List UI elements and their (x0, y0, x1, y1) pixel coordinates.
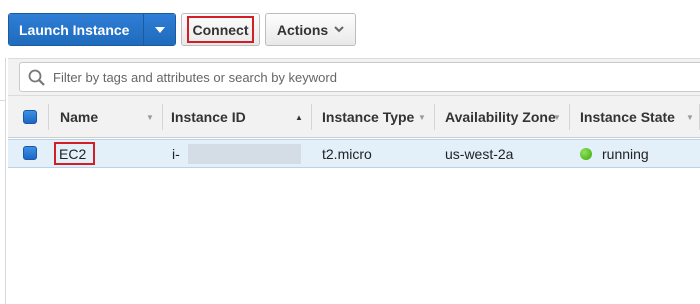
launch-dropdown-button[interactable] (144, 14, 175, 45)
caret-down-icon (154, 26, 165, 33)
column-divider (569, 104, 570, 130)
sort-icon[interactable]: ▼ (146, 113, 154, 122)
status-running-icon (580, 147, 592, 160)
sort-icon[interactable]: ▼ (686, 113, 694, 122)
column-header-instance-id[interactable]: Instance ID (171, 96, 246, 138)
cell-availability-zone: us-west-2a (445, 145, 514, 162)
instance-state-label: running (602, 145, 649, 162)
actions-label: Actions (276, 21, 329, 38)
search-input[interactable] (51, 68, 651, 86)
column-header-name[interactable]: Name (60, 96, 98, 138)
select-all-checkbox[interactable] (23, 110, 37, 124)
actions-button[interactable]: Actions (265, 13, 356, 46)
column-header-instance-type[interactable]: Instance Type (322, 96, 414, 138)
left-panel-divider (0, 100, 6, 104)
left-panel-edge (0, 58, 6, 304)
column-label: Name (60, 109, 99, 125)
column-divider (48, 104, 49, 130)
column-divider (162, 104, 163, 130)
launch-instance-group: Launch Instance (8, 13, 176, 46)
sort-ascending-icon[interactable]: ▲ (295, 113, 303, 122)
cell-instance-state: running (580, 140, 649, 167)
column-label: Instance Type (322, 109, 415, 125)
connect-button[interactable]: Connect (181, 13, 260, 46)
chevron-down-icon (334, 26, 344, 33)
column-label: Instance ID (171, 109, 246, 125)
column-divider (434, 104, 435, 130)
column-header-availability-zone[interactable]: Availability Zone (445, 96, 556, 138)
search-bar (8, 58, 700, 96)
search-box (19, 62, 700, 92)
table-header: Name ▼ Instance ID ▲ Instance Type ▼ Ava… (8, 96, 700, 138)
cell-instance-id: i- (172, 145, 180, 162)
search-icon (28, 69, 45, 86)
launch-instance-button[interactable]: Launch Instance (9, 14, 144, 45)
cell-name: EC2 (59, 145, 87, 162)
row-checkbox[interactable] (23, 146, 37, 160)
column-divider (311, 104, 312, 130)
column-header-instance-state[interactable]: Instance State (580, 96, 675, 138)
column-label: Instance State (580, 109, 675, 125)
redacted-instance-id (188, 144, 301, 164)
cell-instance-type: t2.micro (322, 145, 372, 162)
table-row[interactable]: EC2 i- t2.micro us-west-2a running (8, 139, 700, 168)
sort-icon[interactable]: ▼ (553, 113, 561, 122)
column-label: Availability Zone (445, 109, 556, 125)
sort-icon[interactable]: ▼ (418, 113, 426, 122)
